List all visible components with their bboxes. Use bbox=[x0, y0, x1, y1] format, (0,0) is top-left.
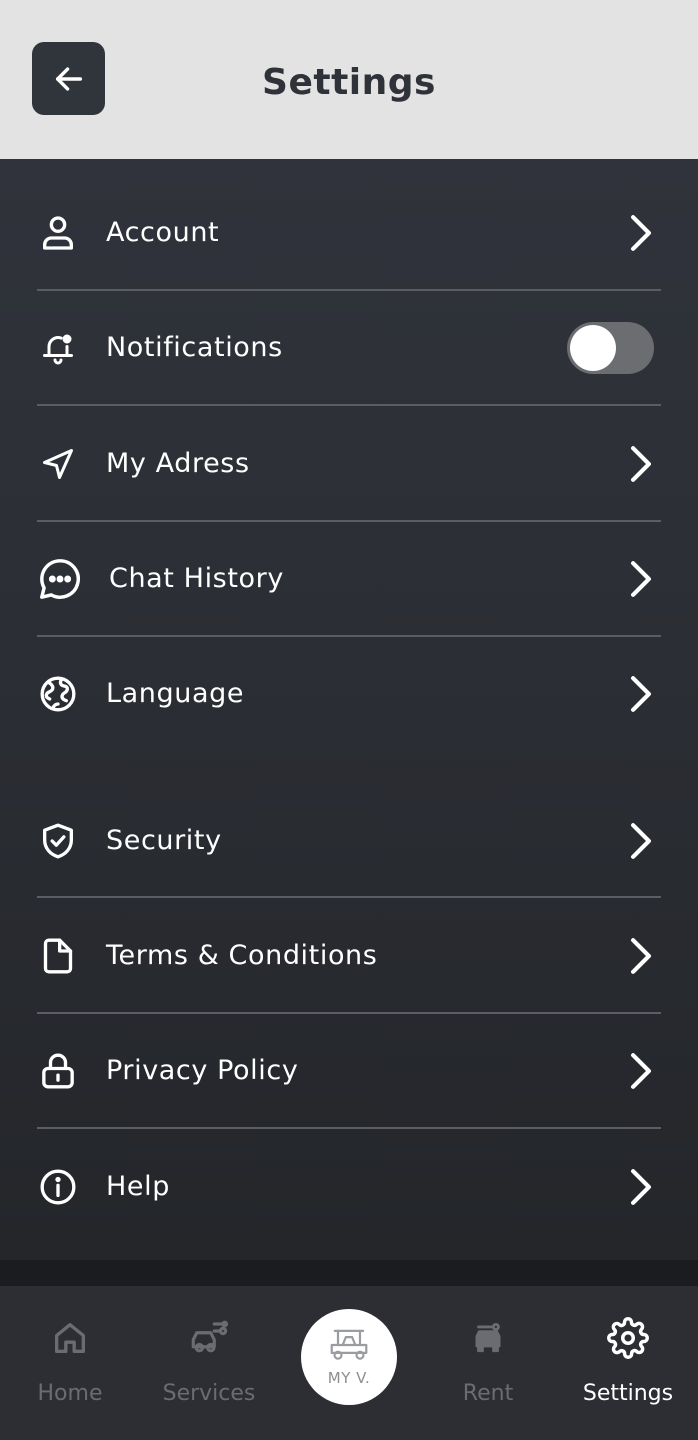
nav-item-settings[interactable]: Settings bbox=[558, 1286, 698, 1440]
gear-icon bbox=[606, 1316, 650, 1360]
chevron-right-icon bbox=[626, 1051, 656, 1091]
chevron-right-icon bbox=[626, 674, 656, 714]
chevron-right-icon bbox=[626, 213, 656, 253]
settings-item-label: Terms & Conditions bbox=[106, 940, 378, 971]
settings-item-chat-history[interactable]: Chat History bbox=[0, 521, 698, 636]
page-title: Settings bbox=[262, 62, 436, 103]
nav-label: MY V. bbox=[327, 1369, 371, 1387]
settings-item-label: Help bbox=[106, 1171, 170, 1202]
chevron-right-icon bbox=[626, 821, 656, 861]
header-bar: Settings bbox=[0, 0, 698, 159]
nav-label: Services bbox=[162, 1381, 256, 1406]
nav-item-home[interactable]: Home bbox=[0, 1286, 140, 1440]
settings-item-label: Security bbox=[106, 825, 222, 856]
chat-bubble-icon bbox=[36, 557, 84, 601]
settings-item-language[interactable]: Language bbox=[0, 636, 698, 751]
nav-item-services[interactable]: Services bbox=[139, 1286, 279, 1440]
nav-label: Rent bbox=[462, 1381, 514, 1406]
settings-item-label: Notifications bbox=[106, 332, 283, 363]
settings-item-security[interactable]: Security bbox=[0, 783, 698, 898]
rent-car-icon bbox=[466, 1316, 510, 1360]
settings-item-label: Account bbox=[106, 217, 220, 248]
my-vehicle-button[interactable]: MY V. bbox=[301, 1309, 397, 1405]
settings-item-label: My Adress bbox=[106, 448, 250, 479]
nav-separator bbox=[0, 1260, 698, 1286]
settings-item-my-address[interactable]: My Adress bbox=[0, 406, 698, 521]
info-icon bbox=[36, 1165, 80, 1209]
chevron-right-icon bbox=[626, 936, 656, 976]
home-icon bbox=[48, 1316, 92, 1360]
chevron-right-icon bbox=[626, 1167, 656, 1207]
settings-item-label: Privacy Policy bbox=[106, 1055, 299, 1086]
settings-item-notifications: Notifications bbox=[0, 290, 698, 405]
notifications-toggle[interactable] bbox=[567, 322, 654, 374]
bell-icon bbox=[36, 326, 80, 370]
lock-icon bbox=[36, 1049, 80, 1093]
settings-item-privacy-policy[interactable]: Privacy Policy bbox=[0, 1013, 698, 1128]
golf-cart-icon bbox=[327, 1327, 371, 1367]
nav-label: Home bbox=[37, 1381, 103, 1406]
settings-item-terms[interactable]: Terms & Conditions bbox=[0, 898, 698, 1013]
shield-check-icon bbox=[36, 819, 80, 863]
user-icon bbox=[36, 211, 80, 255]
car-service-icon bbox=[187, 1316, 231, 1360]
settings-item-help[interactable]: Help bbox=[0, 1129, 698, 1244]
nav-item-rent[interactable]: Rent bbox=[418, 1286, 558, 1440]
chevron-right-icon bbox=[626, 559, 656, 599]
settings-item-label: Chat History bbox=[109, 563, 284, 594]
chevron-right-icon bbox=[626, 444, 656, 484]
settings-item-account[interactable]: Account bbox=[0, 175, 698, 290]
document-icon bbox=[36, 934, 80, 978]
settings-item-label: Language bbox=[106, 678, 245, 709]
navigation-arrow-icon bbox=[36, 442, 80, 486]
globe-icon bbox=[36, 672, 80, 716]
nav-label: Settings bbox=[582, 1381, 674, 1406]
toggle-knob bbox=[570, 325, 616, 371]
